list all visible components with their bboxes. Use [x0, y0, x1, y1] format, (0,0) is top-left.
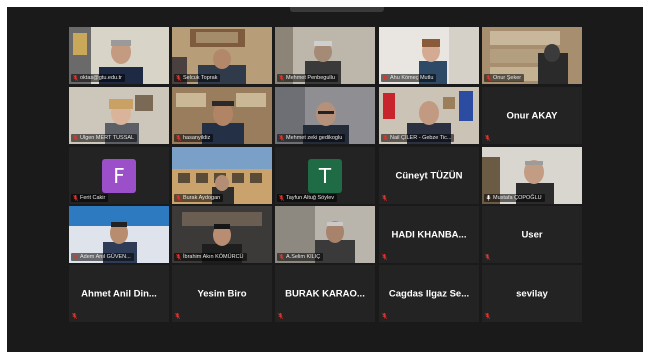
mic-muted-icon	[175, 313, 180, 319]
participant-name-label: Ferit Cakir	[71, 194, 109, 202]
participant-tile[interactable]: T Tayfun Altuğ Söylev	[275, 147, 375, 204]
mic-muted-icon	[278, 313, 283, 319]
participant-name: Onur Şeker	[493, 75, 522, 81]
mic-muted-icon	[72, 313, 77, 319]
participant-tile[interactable]: Burak Aydogan	[172, 147, 272, 204]
mic-muted-icon	[485, 254, 490, 260]
mic-muted-icon	[279, 75, 284, 81]
participant-tile[interactable]: İbrahim Akın KÖMÜRCÜ	[172, 206, 272, 263]
participant-tile[interactable]: Onur AKAY	[482, 87, 582, 144]
participant-tile[interactable]: User	[482, 206, 582, 263]
participant-name-label: Ulgen MERT TUSSAL	[71, 134, 138, 142]
participant-display-name: HADI KHANBA...	[391, 229, 467, 240]
participant-name: Selcuk Toprak	[183, 75, 218, 81]
mic-muted-icon	[73, 254, 78, 260]
participant-tile[interactable]: Yesim Biro	[172, 265, 272, 322]
mic-muted-icon	[73, 75, 78, 81]
participant-name-label: Adem Anıl GÜVEN...	[71, 253, 134, 261]
participant-display-name: BURAK KARAO...	[285, 288, 365, 299]
participant-tile[interactable]: Ulgen MERT TUSSAL	[69, 87, 169, 144]
mic-muted-icon	[73, 195, 78, 201]
mic-muted-icon	[382, 313, 387, 319]
participant-name: oktas@gtu.edu.tr	[80, 75, 122, 81]
mic-muted-icon	[279, 254, 284, 260]
participant-name-label: Onur Şeker	[484, 74, 525, 82]
participant-tile[interactable]: Selcuk Toprak	[172, 27, 272, 84]
mic-muted-icon	[383, 75, 388, 81]
participant-name: Ahu Kömeç Mutlu	[390, 75, 434, 81]
participant-tile[interactable]: Ahmet Anil Din...	[69, 265, 169, 322]
participant-name-label: Selcuk Toprak	[174, 74, 221, 82]
participant-tile[interactable]: BURAK KARAO...	[275, 265, 375, 322]
participant-name: Tayfun Altuğ Söylev	[286, 195, 335, 201]
participant-tile[interactable]: Cagdas Ilgaz Se...	[379, 265, 479, 322]
mic-muted-icon	[176, 195, 181, 201]
mic-muted-icon	[485, 313, 490, 319]
participant-name: Nail ÇİLER - Gebze Tic...	[390, 135, 452, 141]
participant-tile[interactable]: sevilay	[482, 265, 582, 322]
participant-name: A.Selim KILIÇ	[286, 254, 321, 260]
participant-name-label: Ahu Kömeç Mutlu	[381, 74, 437, 82]
participant-name-label: Mehmet Penbegullu	[277, 74, 338, 82]
participant-tile[interactable]: Cüneyt TÜZÜN	[379, 147, 479, 204]
mic-muted-icon	[279, 135, 284, 141]
participant-avatar: T	[308, 158, 342, 193]
participant-name-label: hasanyildiz	[174, 134, 214, 142]
participant-name-label: Burak Aydogan	[174, 194, 224, 202]
participant-tile[interactable]: A.Selim KILIÇ	[275, 206, 375, 263]
participant-display-name: Cagdas Ilgaz Se...	[388, 288, 470, 299]
participant-name: Mehmet zeki gedikoglu	[286, 135, 343, 141]
participant-tile[interactable]: Adem Anıl GÜVEN...	[69, 206, 169, 263]
participant-display-name: Yesim Biro	[197, 288, 247, 299]
participant-name-label: Tayfun Altuğ Söylev	[277, 194, 338, 202]
participant-tile[interactable]: Ahu Kömeç Mutlu	[379, 27, 479, 84]
participant-name-label: Mehmet zeki gedikoglu	[277, 134, 346, 142]
mic-muted-icon	[383, 135, 388, 141]
participant-name-label: A.Selim KILIÇ	[277, 253, 324, 261]
participant-name: Ferit Cakir	[80, 195, 106, 201]
participant-name: Mehmet Penbegullu	[286, 75, 335, 81]
mic-muted-icon	[382, 254, 387, 260]
participant-tile[interactable]: Mehmet Penbegullu	[275, 27, 375, 84]
mic-muted-icon	[279, 195, 284, 201]
participant-avatar: F	[102, 158, 136, 193]
participant-tile[interactable]: Nail ÇİLER - Gebze Tic...	[379, 87, 479, 144]
participant-tile[interactable]: HADI KHANBA...	[379, 206, 479, 263]
mic-muted-icon	[486, 75, 491, 81]
video-conference-window: oktas@gtu.edu.tr Selcuk Toprak Mehmet Penb…	[7, 7, 643, 352]
participant-name: Adem Anıl GÜVEN...	[80, 254, 131, 260]
participant-name: Ulgen MERT TUSSAL	[80, 135, 135, 141]
participant-display-name: Cüneyt TÜZÜN	[395, 170, 463, 181]
mic-icon	[486, 195, 491, 201]
participant-name: hasanyildiz	[183, 135, 211, 141]
participant-tile[interactable]: hasanyildiz	[172, 87, 272, 144]
mic-muted-icon	[485, 135, 490, 141]
mic-muted-icon	[176, 75, 181, 81]
participant-tile[interactable]: Onur Şeker	[482, 27, 582, 84]
participant-name: Mustafa ÇOPOĞLU	[493, 195, 542, 201]
mic-muted-icon	[382, 195, 387, 201]
participant-name-label: Nail ÇİLER - Gebze Tic...	[381, 134, 455, 142]
participant-name-label: oktas@gtu.edu.tr	[71, 74, 125, 82]
participant-display-name: User	[521, 229, 543, 240]
participant-display-name: Onur AKAY	[506, 110, 558, 121]
participant-display-name: sevilay	[516, 288, 548, 299]
top-drag-handle[interactable]	[290, 7, 384, 12]
participant-tile[interactable]: oktas@gtu.edu.tr	[69, 27, 169, 84]
mic-muted-icon	[176, 254, 181, 260]
participant-name-label: Mustafa ÇOPOĞLU	[484, 194, 545, 202]
mic-muted-icon	[73, 135, 78, 141]
participant-tile[interactable]: F Ferit Cakir	[69, 147, 169, 204]
participant-display-name: Ahmet Anil Din...	[81, 288, 157, 299]
participant-name-label: İbrahim Akın KÖMÜRCÜ	[174, 253, 247, 261]
participant-tile[interactable]: Mustafa ÇOPOĞLU	[482, 147, 582, 204]
participant-name: İbrahim Akın KÖMÜRCÜ	[183, 254, 244, 260]
participant-name: Burak Aydogan	[183, 195, 221, 201]
mic-muted-icon	[176, 135, 181, 141]
participant-tile[interactable]: Mehmet zeki gedikoglu	[275, 87, 375, 144]
